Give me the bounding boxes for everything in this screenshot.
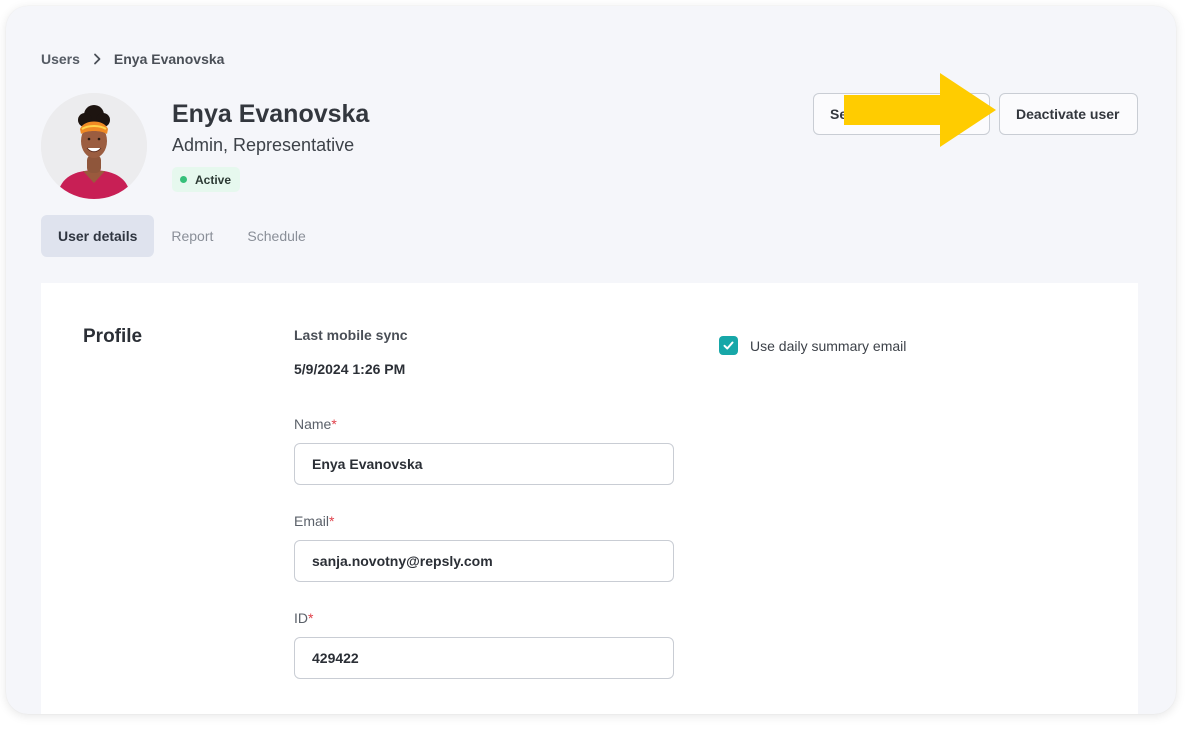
email-field-label: Email* (294, 513, 334, 529)
daily-summary-checkbox[interactable] (719, 336, 738, 355)
status-label: Active (195, 172, 232, 187)
status-dot-icon (180, 176, 187, 183)
avatar-portrait (41, 93, 147, 199)
deactivate-user-label: Deactivate user (1016, 106, 1120, 122)
last-sync-label: Last mobile sync (294, 327, 408, 343)
arrow-right-icon (844, 73, 996, 147)
avatar (41, 93, 147, 199)
daily-summary-label: Use daily summary email (750, 337, 907, 354)
name-field-label: Name* (294, 416, 337, 432)
user-roles: Admin, Representative (172, 135, 355, 155)
breadcrumb: Users Enya Evanovska (41, 51, 224, 67)
tab-bar: User details Report Schedule (41, 215, 323, 257)
breadcrumb-users-link[interactable]: Users (41, 51, 80, 67)
status-badge: Active (172, 167, 241, 192)
id-field[interactable] (294, 637, 674, 679)
breadcrumb-current: Enya Evanovska (113, 51, 225, 67)
required-mark: * (308, 610, 314, 626)
tab-schedule[interactable]: Schedule (230, 215, 322, 257)
user-name: Enya Evanovska (172, 100, 370, 128)
required-mark: * (331, 416, 337, 432)
section-title: Profile (83, 326, 143, 347)
required-mark: * (329, 513, 335, 529)
name-field[interactable] (294, 443, 674, 485)
tab-report[interactable]: Report (154, 215, 230, 257)
name-label-text: Name (294, 416, 332, 432)
id-field-label: ID* (294, 610, 313, 626)
email-label-text: Email (294, 513, 330, 529)
chevron-right-icon (94, 53, 101, 65)
tab-user-details[interactable]: User details (41, 215, 155, 257)
checkmark-icon (723, 341, 734, 350)
user-profile-card: Users Enya Evanovska Enya Evanovska Admi… (6, 6, 1176, 714)
profile-panel: Profile Last mobile sync 5/9/2024 1:26 P… (41, 283, 1138, 714)
last-sync-value: 5/9/2024 1:26 PM (294, 361, 406, 377)
id-label-text: ID (294, 610, 308, 626)
email-field[interactable] (294, 540, 674, 582)
deactivate-user-button[interactable]: Deactivate user (999, 93, 1138, 135)
daily-summary-option[interactable]: Use daily summary email (719, 336, 906, 355)
